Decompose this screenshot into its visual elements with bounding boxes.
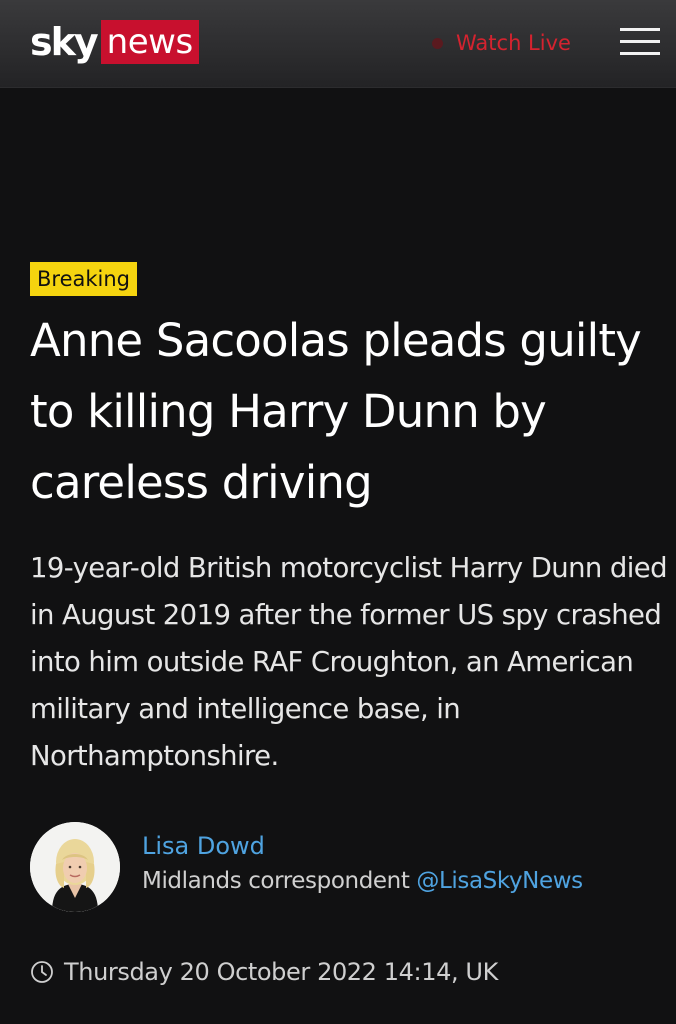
sky-news-logo[interactable]: sky news (30, 18, 199, 66)
live-dot-icon (432, 37, 443, 49)
article-standfirst: 19-year-old British motorcyclist Harry D… (30, 552, 668, 772)
author-photo-icon (30, 822, 120, 912)
menu-bar (620, 28, 660, 31)
author-avatar[interactable] (30, 822, 120, 912)
watch-live-label: Watch Live (456, 31, 571, 55)
menu-bar (620, 40, 660, 43)
breaking-badge: Breaking (30, 262, 138, 296)
author-twitter-handle[interactable]: @LisaSkyNews (416, 868, 583, 894)
publish-timestamp: Thursday 20 October 2022 14:14, UK (30, 958, 498, 986)
hamburger-menu-icon[interactable] (620, 26, 660, 58)
author-role: Midlands correspondent (142, 868, 410, 894)
clock-icon (31, 961, 53, 983)
article-headline: Anne Sacoolas pleads guilty to killing H… (30, 314, 642, 509)
watch-live-button[interactable]: Watch Live (432, 28, 571, 58)
site-header: sky news Watch Live (0, 0, 676, 88)
menu-bar (620, 52, 660, 55)
timestamp-text: Thursday 20 October 2022 14:14, UK (64, 958, 498, 986)
author-name-link[interactable]: Lisa Dowd (142, 832, 265, 860)
logo-sky-text: sky (30, 20, 99, 64)
author-byline: Midlands correspondent @LisaSkyNews (142, 868, 583, 894)
logo-news-text: news (100, 20, 199, 64)
